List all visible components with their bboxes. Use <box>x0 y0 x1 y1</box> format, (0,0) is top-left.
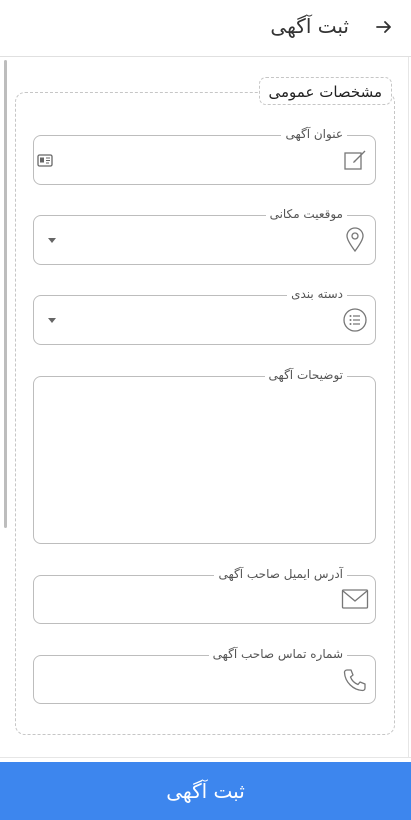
list-icon <box>341 306 369 334</box>
divider <box>408 57 409 757</box>
category-field[interactable]: دسته بندی <box>33 286 376 345</box>
email-field[interactable]: آدرس ایمیل صاحب آگهی <box>33 566 376 624</box>
section-legend: مشخصات عمومی <box>258 77 392 105</box>
chevron-down-icon[interactable] <box>48 238 56 243</box>
description-label: توضیحات آگهی <box>264 367 347 383</box>
location-label: موقعیت مکانی <box>265 206 347 222</box>
phone-label: شماره تماس صاحب آگهی <box>208 646 347 662</box>
email-label: آدرس ایمیل صاحب آگهی <box>214 566 347 582</box>
back-button[interactable] <box>371 14 397 40</box>
phone-field[interactable]: شماره تماس صاحب آگهی <box>33 646 376 704</box>
submit-ad-button[interactable]: ثبت آگهی <box>0 762 411 820</box>
description-field[interactable]: توضیحات آگهی <box>33 367 376 544</box>
arrow-right-icon <box>376 21 391 33</box>
category-label: دسته بندی <box>287 286 347 302</box>
ad-title-label: عنوان آگهی <box>281 126 347 142</box>
page-title: ثبت آگهی <box>270 14 349 38</box>
app-header: ثبت آگهی <box>0 0 411 57</box>
location-field[interactable]: موقعیت مکانی <box>33 206 376 265</box>
edit-icon <box>341 146 369 174</box>
location-pin-icon <box>341 226 369 254</box>
mail-icon <box>341 585 369 613</box>
scrollbar[interactable] <box>4 60 7 528</box>
chevron-down-icon[interactable] <box>48 318 56 323</box>
phone-icon <box>341 666 369 694</box>
ad-title-field[interactable]: عنوان آگهی <box>33 126 376 185</box>
id-card-icon <box>35 146 55 174</box>
divider <box>0 757 411 758</box>
